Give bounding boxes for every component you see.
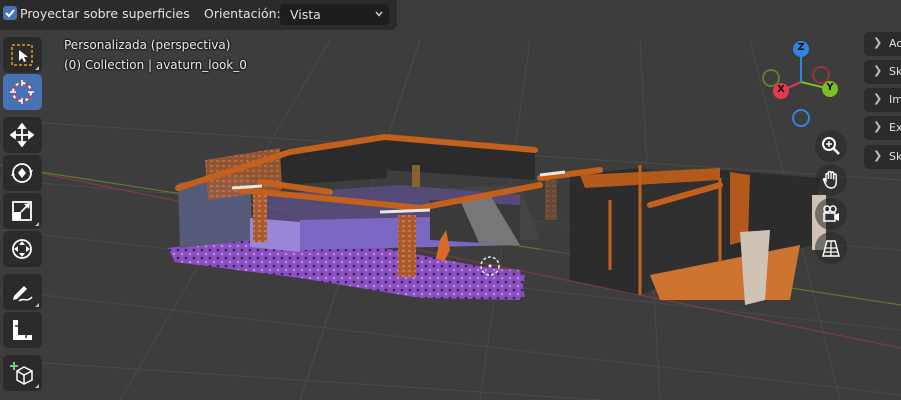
building-model — [168, 134, 826, 305]
orientation-label: Orientación: — [204, 6, 281, 21]
pencil-icon — [13, 286, 33, 302]
cursor-icon — [10, 80, 34, 104]
side-panel-tab-4[interactable]: ❯ Ex — [864, 116, 901, 140]
rotate-tool-button[interactable] — [3, 155, 42, 191]
chevron-right-icon: ❯ — [873, 64, 883, 77]
side-panel-tab-label: Ac — [889, 37, 901, 50]
neg-z-axis-handle — [792, 109, 810, 127]
3d-viewport[interactable]: Proyectar sobre superficies Orientación:… — [0, 0, 901, 400]
measure-tool-button[interactable] — [3, 312, 42, 348]
camera-icon — [823, 205, 839, 222]
scale-tool-button[interactable] — [3, 193, 42, 229]
chevron-right-icon: ❯ — [873, 120, 883, 133]
side-panel-tab-label: Im — [889, 93, 901, 106]
move-tool-button[interactable] — [3, 117, 42, 153]
select-box-icon — [11, 44, 33, 66]
tool-options-indicator — [35, 222, 39, 226]
ruler-icon — [13, 320, 32, 340]
side-panel-tab-label: Sk — [889, 150, 901, 163]
side-panel-tab-5[interactable]: ❯ Sk — [864, 145, 901, 169]
transform-tool-button[interactable] — [3, 231, 42, 267]
side-panel-tab-1[interactable]: ❯ Ac — [864, 32, 901, 56]
collection-info: (0) Collection | avaturn_look_0 — [64, 58, 247, 72]
snap-checkbox-label[interactable]: Proyectar sobre superficies — [20, 6, 190, 21]
chevron-right-icon: ❯ — [873, 92, 883, 105]
tool-options-indicator — [35, 384, 39, 388]
check-icon — [5, 9, 15, 18]
neg-x-axis-handle — [812, 66, 830, 84]
select-tool-button[interactable] — [3, 37, 42, 73]
z-axis-label: Z — [797, 42, 805, 53]
tool-options-indicator — [35, 66, 39, 70]
perspective-toggle-button[interactable] — [815, 232, 847, 264]
side-panel-tab-label: Sk — [889, 65, 901, 78]
chevron-right-icon: ❯ — [873, 149, 883, 162]
orientation-select[interactable]: Vista — [280, 4, 389, 25]
annotate-tool-button[interactable] — [3, 274, 42, 310]
rotate-icon — [11, 163, 33, 183]
x-axis-label: X — [777, 84, 785, 95]
add-cube-icon — [10, 362, 33, 385]
tool-options-indicator — [35, 303, 39, 307]
side-panel-tab-2[interactable]: ❯ Sk — [864, 60, 901, 84]
zoom-button[interactable] — [815, 130, 847, 162]
move-icon — [10, 123, 34, 147]
snap-checkbox[interactable] — [3, 6, 17, 20]
side-panel-tab-label: Ex — [889, 121, 901, 134]
chevron-down-icon — [375, 11, 383, 17]
camera-button[interactable] — [815, 198, 847, 230]
cursor-tool-button[interactable] — [3, 74, 42, 110]
orientation-value: Vista — [290, 7, 321, 22]
navigation-gizmo[interactable]: Z X Y — [755, 38, 850, 133]
scale-icon — [12, 201, 32, 221]
side-panel-tab-3[interactable]: ❯ Im — [864, 88, 901, 112]
add-cube-tool-button[interactable] — [3, 355, 42, 391]
view-name: Personalizada (perspectiva) — [64, 38, 231, 52]
pan-button[interactable] — [815, 164, 847, 196]
chevron-right-icon: ❯ — [873, 36, 883, 49]
tool-header: Proyectar sobre superficies Orientación:… — [0, 0, 397, 30]
y-axis-label: Y — [826, 82, 834, 93]
grid-perspective-icon — [822, 240, 840, 257]
hand-icon — [822, 170, 837, 189]
zoom-icon — [822, 137, 840, 155]
transform-icon — [12, 239, 32, 259]
